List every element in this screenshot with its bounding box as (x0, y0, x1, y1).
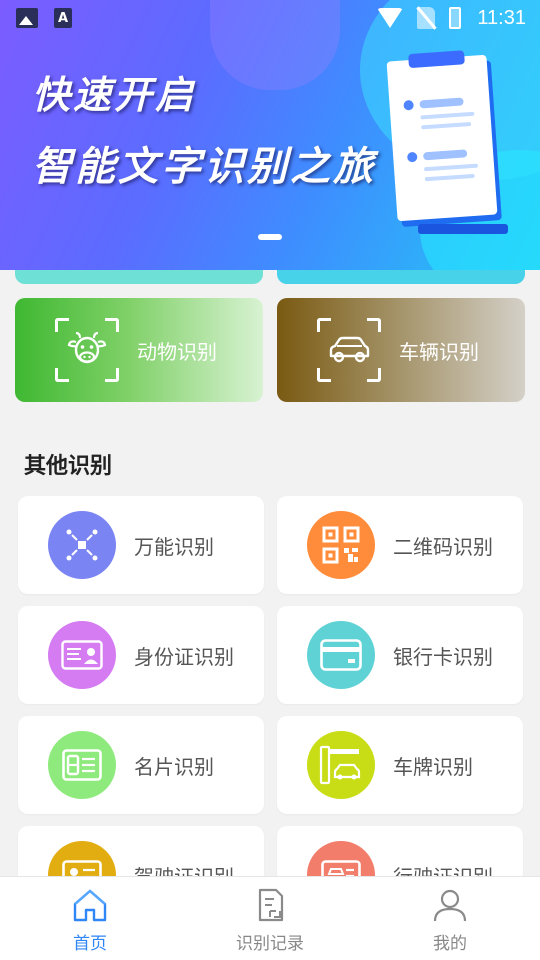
vehicle-recognition-label: 车辆识别 (399, 339, 479, 364)
partial-card (15, 270, 263, 284)
license-plate-recognition-label: 车牌识别 (393, 754, 473, 779)
nav-records[interactable]: 识别记录 (180, 877, 360, 960)
id-card-recognition-card[interactable]: 身份证识别 (18, 606, 264, 704)
animal-recognition-card[interactable]: 动物识别 (15, 298, 263, 402)
gallery-notification-icon (16, 8, 38, 28)
id-card-icon (48, 621, 116, 689)
id-card-recognition-label: 身份证识别 (134, 644, 234, 669)
nav-records-label: 识别记录 (236, 934, 304, 954)
partial-card (277, 270, 525, 284)
business-card-recognition-label: 名片识别 (134, 754, 214, 779)
nav-profile-label: 我的 (433, 934, 467, 954)
vehicle-recognition-card[interactable]: 车辆识别 (277, 298, 525, 402)
license-plate-recognition-card[interactable]: 车牌识别 (277, 716, 523, 814)
clipboard-illustration-base (418, 224, 508, 234)
scan-frame (317, 318, 381, 382)
scan-target-icon (48, 511, 116, 579)
section-title: 其他识别 (24, 454, 113, 479)
business-card-icon (48, 731, 116, 799)
qr-code-recognition-label: 二维码识别 (393, 534, 493, 559)
promo-banner[interactable]: 快速开启 智能文字识别之旅 A 11:31 (0, 0, 540, 270)
business-card-recognition-card[interactable]: 名片识别 (18, 716, 264, 814)
wifi-icon (377, 8, 404, 28)
nav-home[interactable]: 首页 (0, 877, 180, 960)
nav-home-label: 首页 (73, 934, 107, 954)
no-sim-icon (417, 7, 436, 29)
license-plate-icon (307, 731, 375, 799)
bottom-navigation: 首页 识别记录 我的 (0, 876, 540, 960)
bank-card-icon (307, 621, 375, 689)
banner-title-line2: 智能文字识别之旅 (32, 143, 376, 190)
carousel-indicator (258, 234, 282, 240)
cow-icon (67, 332, 107, 364)
profile-icon (433, 889, 467, 922)
records-icon (258, 888, 284, 922)
car-icon (329, 336, 370, 363)
qr-code-recognition-card[interactable]: 二维码识别 (277, 496, 523, 594)
animal-recognition-label: 动物识别 (137, 339, 217, 364)
universal-recognition-card[interactable]: 万能识别 (18, 496, 264, 594)
battery-charging-icon (449, 7, 462, 29)
status-bar: A 11:31 (0, 0, 540, 36)
universal-recognition-label: 万能识别 (134, 534, 214, 559)
nav-profile[interactable]: 我的 (360, 877, 540, 960)
bank-card-recognition-card[interactable]: 银行卡识别 (277, 606, 523, 704)
app-notification-icon: A (54, 8, 72, 28)
qr-code-icon (307, 511, 375, 579)
bank-card-recognition-label: 银行卡识别 (393, 644, 493, 669)
scan-frame (55, 318, 119, 382)
status-time: 11:31 (477, 6, 526, 29)
clipboard-illustration (386, 50, 498, 222)
banner-title-line1: 快速开启 (32, 72, 197, 117)
home-icon (73, 889, 107, 922)
